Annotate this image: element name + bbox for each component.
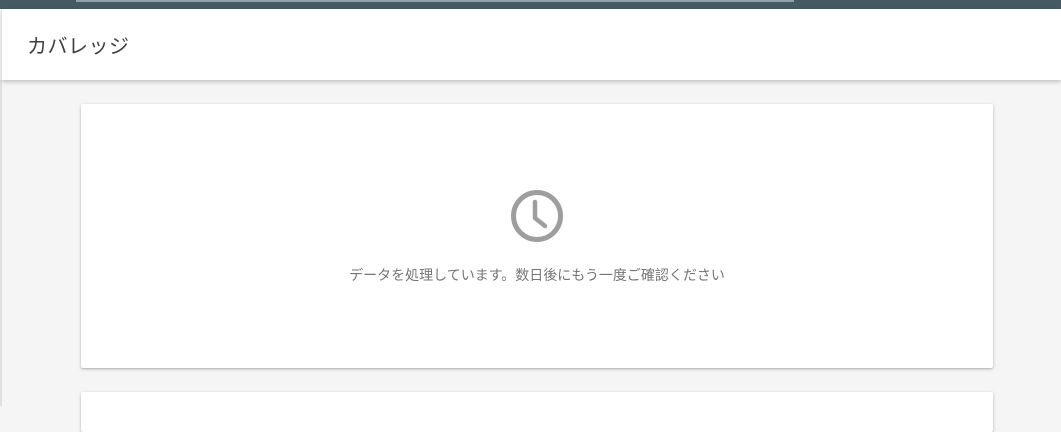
processing-status-card: データを処理しています。数日後にもう一度ご確認ください [81, 104, 993, 368]
sidebar-edge [0, 80, 2, 406]
page-header: カバレッジ [2, 9, 1061, 80]
next-card [81, 392, 993, 432]
top-app-bar [0, 0, 1061, 9]
clock-icon [511, 190, 563, 242]
processing-message: データを処理しています。数日後にもう一度ご確認ください [349, 268, 725, 284]
loading-progress-bar [76, 0, 794, 2]
page-title: カバレッジ [27, 34, 130, 58]
